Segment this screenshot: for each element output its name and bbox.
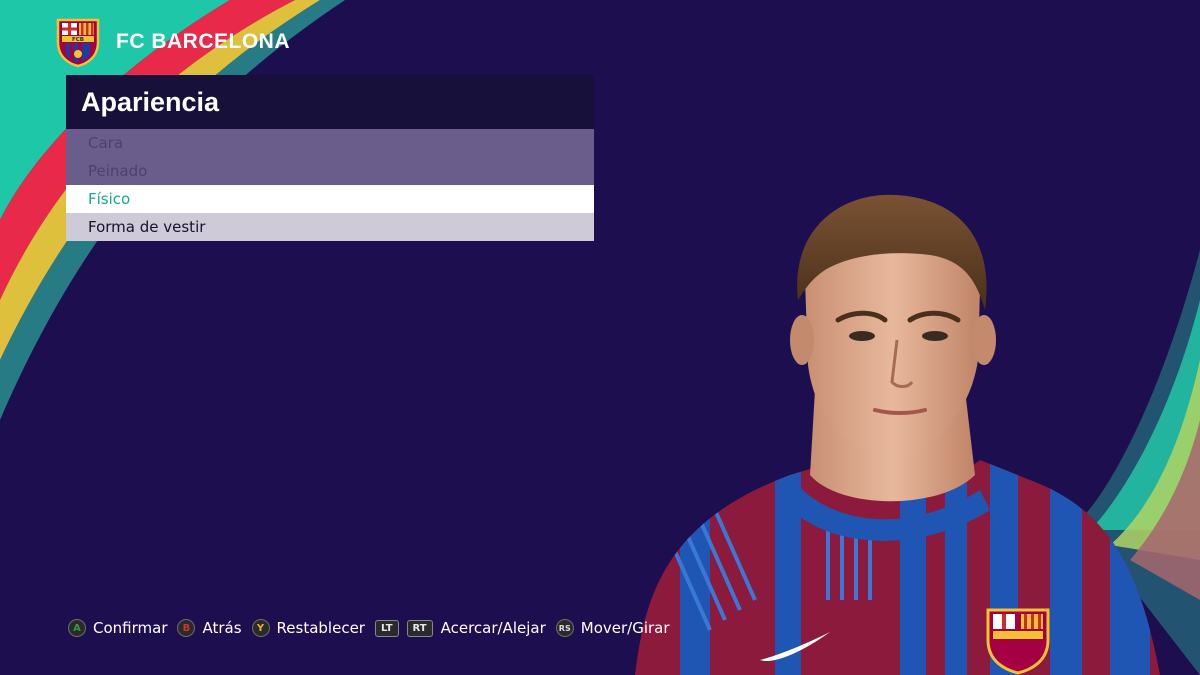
- hint-move-rotate[interactable]: RS Mover/Girar: [555, 619, 670, 637]
- menu-item-fisico[interactable]: Físico: [66, 185, 594, 213]
- hint-label: Acercar/Alejar: [440, 619, 546, 637]
- menu-item-label: Físico: [88, 190, 131, 208]
- b-button-icon: B: [177, 619, 196, 637]
- hint-zoom[interactable]: LT RT Acercar/Alejar: [374, 619, 546, 637]
- hint-back[interactable]: B Atrás: [177, 619, 242, 637]
- hint-reset[interactable]: Y Restablecer: [251, 619, 365, 637]
- y-button-icon: Y: [251, 619, 270, 637]
- rs-button-icon: RS: [555, 619, 574, 637]
- club-header: FCB FC BARCELONA: [54, 16, 290, 68]
- hint-label: Restablecer: [276, 619, 365, 637]
- player-model[interactable]: [610, 190, 1170, 675]
- menu-item-cara[interactable]: Cara: [66, 129, 594, 157]
- controller-hints: A Confirmar B Atrás Y Restablecer LT RT …: [68, 617, 680, 639]
- a-button-icon: A: [68, 619, 86, 637]
- crest-text: FCB: [72, 37, 84, 43]
- hint-label: Atrás: [202, 619, 242, 637]
- club-name: FC BARCELONA: [116, 30, 290, 53]
- panel-title: Apariencia: [66, 75, 594, 129]
- menu-item-forma-de-vestir[interactable]: Forma de vestir: [66, 213, 594, 241]
- menu-item-peinado[interactable]: Peinado: [66, 157, 594, 185]
- menu-item-label: Forma de vestir: [88, 218, 206, 236]
- appearance-panel: Apariencia Cara Peinado Físico Forma de …: [66, 75, 594, 241]
- hint-label: Mover/Girar: [580, 619, 670, 637]
- hint-confirm[interactable]: A Confirmar: [68, 619, 167, 637]
- hint-label: Confirmar: [93, 619, 168, 637]
- rt-button-icon: RT: [406, 619, 433, 637]
- menu-item-label: Peinado: [88, 162, 148, 180]
- menu-item-label: Cara: [88, 134, 124, 152]
- club-crest-icon: FCB: [56, 18, 100, 68]
- lt-button-icon: LT: [374, 619, 399, 637]
